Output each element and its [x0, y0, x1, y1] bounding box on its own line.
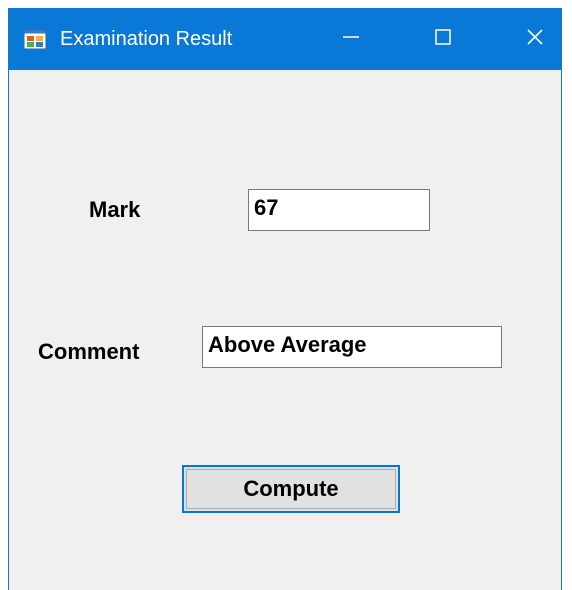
minimize-icon: [341, 27, 361, 52]
comment-field[interactable]: Above Average: [202, 326, 502, 368]
compute-button[interactable]: Compute: [182, 465, 400, 513]
app-icon: [23, 28, 47, 50]
comment-label: Comment: [38, 339, 140, 364]
minimize-button[interactable]: [321, 8, 381, 70]
close-button[interactable]: [505, 8, 565, 70]
mark-label: Mark: [89, 197, 141, 222]
close-icon: [525, 27, 545, 52]
window-title: Examination Result: [60, 28, 233, 50]
mark-input[interactable]: 67: [248, 189, 430, 231]
compute-button-label: Compute: [243, 476, 339, 501]
examination-result-window: Examination Result Mark 67 Comment Above…: [8, 8, 562, 590]
maximize-icon: [433, 27, 453, 52]
title-bar[interactable]: Examination Result: [9, 8, 561, 70]
maximize-button[interactable]: [413, 8, 473, 70]
